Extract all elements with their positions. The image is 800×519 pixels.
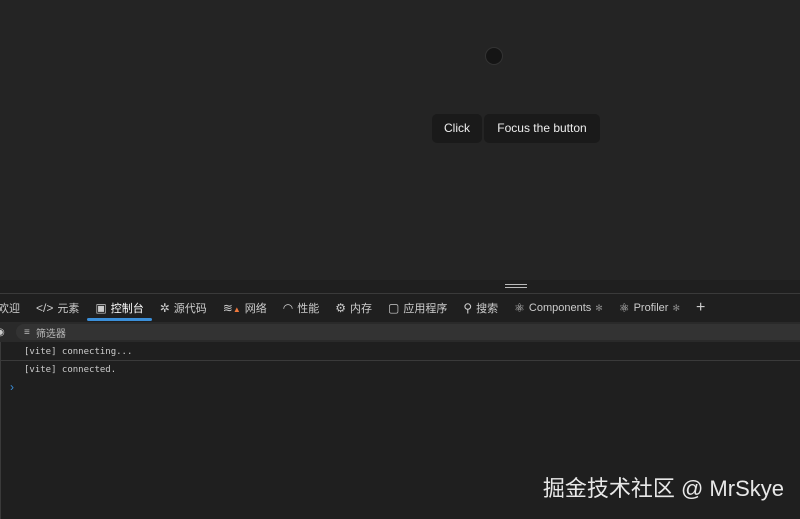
watermark: 掘金技术社区 @ MrSkye <box>542 476 784 501</box>
console-message: [vite] connected. <box>24 365 117 375</box>
filter-placeholder: 筛选器 <box>35 328 66 340</box>
click-button[interactable]: Click <box>432 114 482 143</box>
tab-label: 网络 <box>244 303 267 315</box>
tab-label: 控制台 <box>110 303 144 315</box>
gear-icon: ✻ <box>672 302 680 313</box>
filter-icon: ≡ <box>24 326 30 338</box>
bug-icon: ✲ <box>159 301 170 315</box>
devtools-tabs: 欢迎 </> 元素 ▣ 控制台 ✲ 源代码 ≋▲ 网络 ◠ 性能 ⚙ 内存 ▢ 应用程序 ⚲ 搜… <box>0 293 800 322</box>
tab-label: 搜索 <box>476 303 499 315</box>
chip-icon: ⚙ <box>335 301 346 315</box>
tab-label: 内存 <box>350 303 372 315</box>
wifi-warning-icon: ≋▲ <box>222 301 241 315</box>
tab-label: 欢迎 <box>0 303 20 315</box>
tab-search[interactable]: ⚲ 搜索 <box>455 294 506 322</box>
plus-icon: + <box>695 299 706 316</box>
gear-icon: ✻ <box>595 302 603 313</box>
page-viewport: Click Focus the button <box>0 0 800 280</box>
console-filter-bar: ◉ ≡ 筛选器 <box>0 322 800 342</box>
code-icon: </> <box>36 301 54 315</box>
tab-application[interactable]: ▢ 应用程序 <box>380 294 455 322</box>
console-message: [vite] connecting... <box>0 343 800 361</box>
tab-label: 元素 <box>57 303 80 315</box>
tab-elements[interactable]: </> 元素 <box>28 294 87 322</box>
console-icon: ▣ <box>95 301 107 315</box>
tab-sources[interactable]: ✲ 源代码 <box>152 294 215 322</box>
tab-console[interactable]: ▣ 控制台 <box>87 294 153 322</box>
tab-performance[interactable]: ◠ 性能 <box>275 294 327 322</box>
focus-the-button-button[interactable]: Focus the button <box>484 114 600 143</box>
app-icon: ▢ <box>388 301 400 315</box>
tab-label: 应用程序 <box>403 303 448 315</box>
filter-input[interactable]: ≡ 筛选器 <box>16 324 800 340</box>
focus-indicator-dot <box>485 47 503 65</box>
console-prompt[interactable]: › <box>10 380 14 394</box>
add-tab-button[interactable]: + <box>688 294 713 322</box>
search-icon: ⚲ <box>463 301 473 315</box>
tab-components[interactable]: ⚛ Components ✻ <box>506 294 611 322</box>
tab-network[interactable]: ≋▲ 网络 <box>215 294 275 322</box>
tab-profiler[interactable]: ⚛ Profiler ✻ <box>611 294 688 322</box>
tab-label: Profiler <box>633 302 669 314</box>
gauge-icon: ◠ <box>282 301 294 315</box>
eye-icon[interactable]: ◉ <box>0 327 5 338</box>
tab-label: Components <box>528 302 592 314</box>
react-icon: ⚛ <box>514 301 525 315</box>
tab-memory[interactable]: ⚙ 内存 <box>327 294 380 322</box>
react-icon: ⚛ <box>618 301 630 315</box>
resize-handle[interactable] <box>505 284 527 288</box>
tab-welcome[interactable]: 欢迎 <box>0 294 28 322</box>
tab-label: 性能 <box>297 303 320 315</box>
tab-label: 源代码 <box>173 303 207 315</box>
